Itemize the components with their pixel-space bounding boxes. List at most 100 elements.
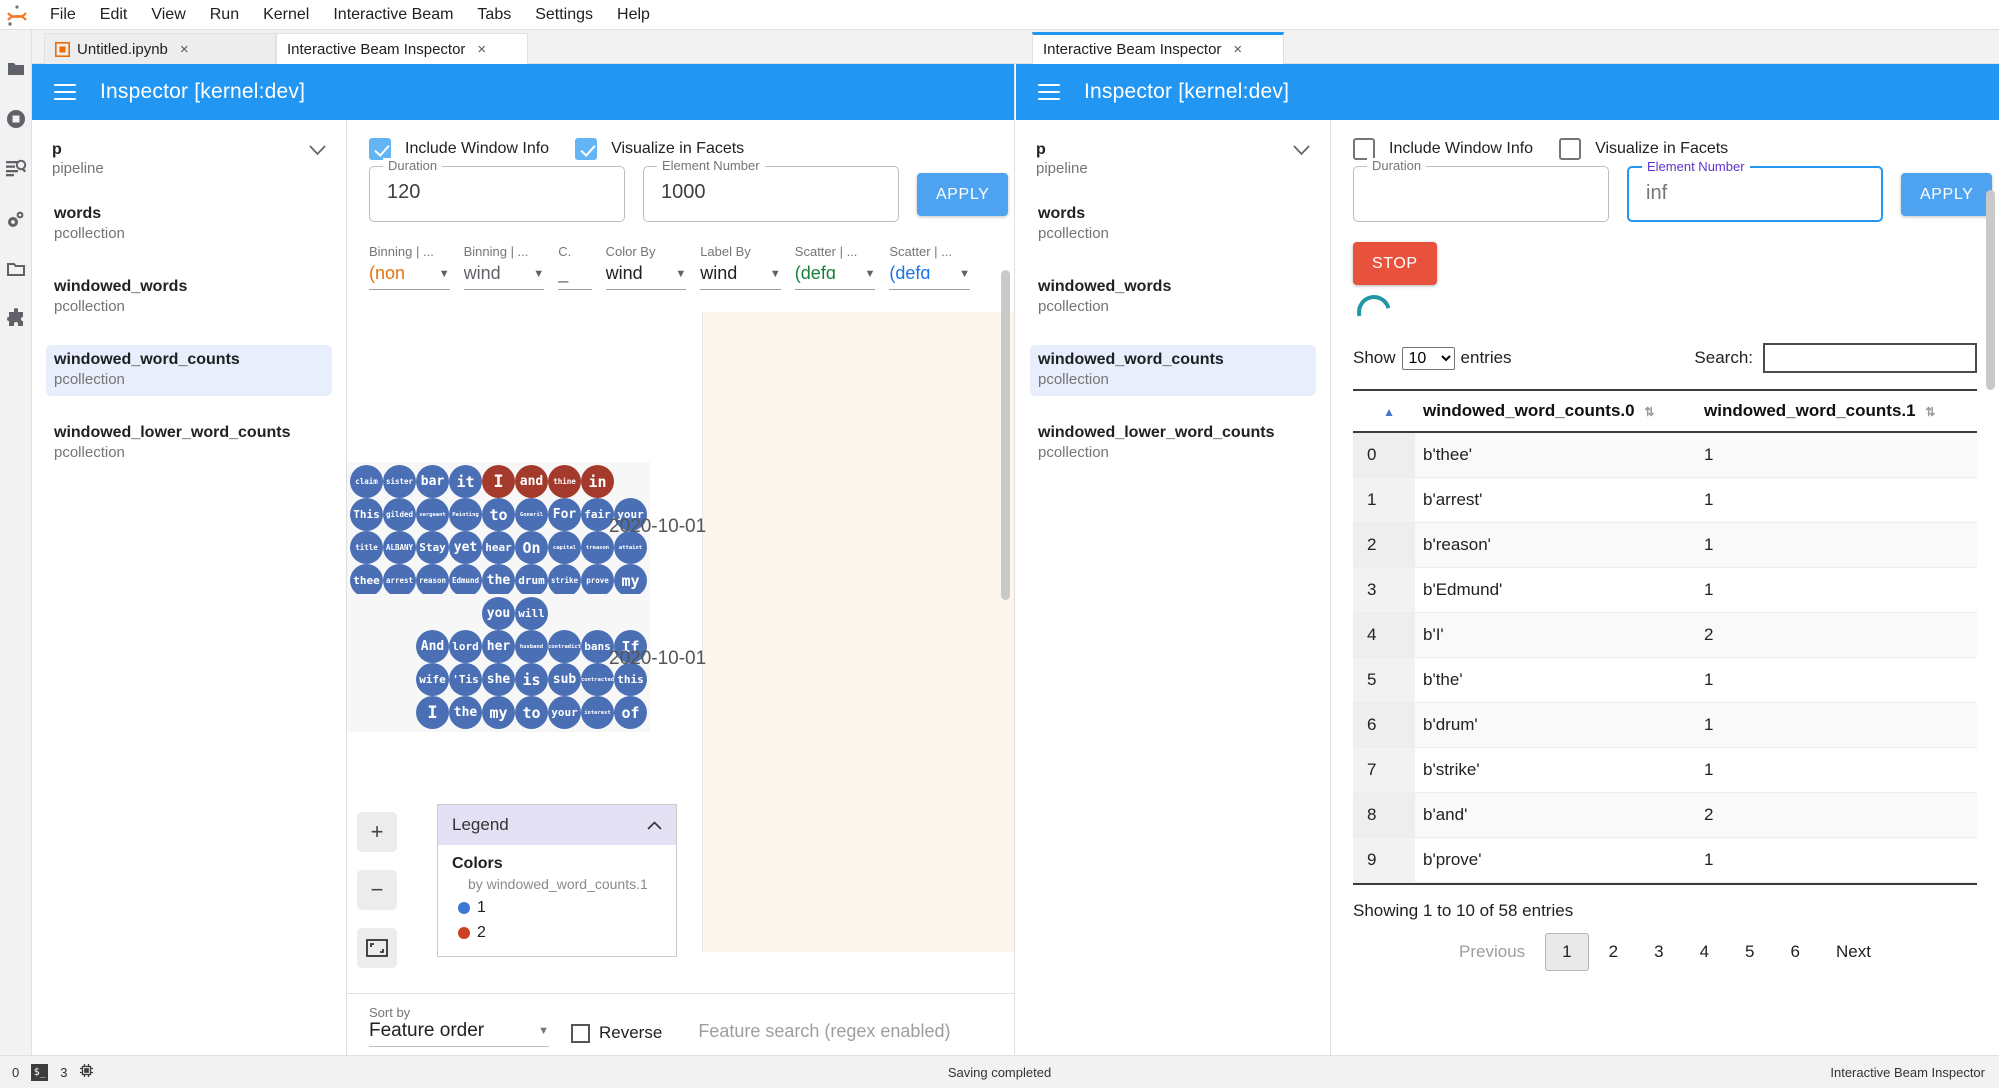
search-input[interactable] — [1763, 343, 1977, 373]
close-icon[interactable]: × — [180, 42, 189, 57]
bubble-my[interactable]: my — [614, 564, 647, 597]
table-row[interactable]: 5 b'the' 1 — [1353, 657, 1977, 703]
chevron-down-icon[interactable]: ▼ — [439, 268, 450, 280]
visualize-in-facets-checkbox[interactable] — [575, 138, 598, 160]
pagination-next[interactable]: Next — [1820, 934, 1887, 970]
tab-interactive-beam-inspector-left[interactable]: Interactive Beam Inspector × — [276, 33, 528, 64]
bubble-yet[interactable]: yet — [449, 531, 482, 564]
pagination-page-2[interactable]: 2 — [1593, 934, 1634, 970]
bubble-Stay[interactable]: Stay — [416, 531, 449, 564]
bubble-interest[interactable]: interest — [581, 696, 614, 729]
zoom-out-icon[interactable]: − — [357, 870, 397, 910]
tab-interactive-beam-inspector-right[interactable]: Interactive Beam Inspector × — [1032, 32, 1284, 64]
bubble-claim[interactable]: claim — [350, 465, 383, 498]
gears-icon[interactable] — [0, 194, 32, 244]
bubble-hear[interactable]: hear — [482, 531, 515, 564]
page-size-select[interactable]: 102550100 — [1401, 346, 1455, 370]
folder-icon[interactable] — [0, 44, 32, 94]
table-of-contents-icon[interactable] — [0, 144, 32, 194]
pagination-page-4[interactable]: 4 — [1684, 934, 1725, 970]
sort-by-select[interactable]: Sort by Feature order ▼ — [369, 1005, 549, 1047]
chevron-down-icon[interactable] — [309, 140, 326, 160]
bubble-is[interactable]: is — [515, 663, 548, 696]
chevron-down-icon[interactable]: ▼ — [675, 268, 686, 280]
bubble-in[interactable]: in — [581, 465, 614, 498]
duration-field[interactable]: Duration — [1353, 158, 1609, 222]
bubble-to[interactable]: to — [515, 696, 548, 729]
table-row[interactable]: 2 b'reason' 1 — [1353, 522, 1977, 568]
bubble-For[interactable]: For — [548, 498, 581, 531]
apply-button[interactable]: APPLY — [917, 173, 1009, 216]
facet-control-color-by[interactable]: Color By wind ▼ — [605, 244, 687, 290]
bubble-to[interactable]: to — [482, 498, 515, 531]
table-row[interactable]: 3 b'Edmund' 1 — [1353, 567, 1977, 613]
menu-item-file[interactable]: File — [38, 3, 88, 27]
bubble-it[interactable]: it — [449, 465, 482, 498]
bubble-I[interactable]: I — [482, 465, 515, 498]
menu-item-view[interactable]: View — [139, 3, 197, 27]
bubble-you[interactable]: you — [482, 597, 515, 630]
facet-control-scatter[interactable]: Scatter | ... (defɑ ▼ — [889, 244, 970, 290]
bubble-capital[interactable]: capital — [548, 531, 581, 564]
bubble-the[interactable]: the — [449, 696, 482, 729]
bubble-sister[interactable]: sister — [383, 465, 416, 498]
bubble-strike[interactable]: strike — [548, 564, 581, 597]
bubble-title[interactable]: title — [350, 531, 383, 564]
bubble-lord[interactable]: lord — [449, 630, 482, 663]
include-window-info-checkbox[interactable] — [1353, 138, 1375, 160]
bubble-sergeant[interactable]: sergeant — [416, 498, 449, 531]
legend-item-2[interactable]: 2 — [452, 924, 662, 942]
bubble-'Tis[interactable]: 'Tis — [449, 663, 482, 696]
table-row[interactable]: 7 b'strike' 1 — [1353, 747, 1977, 793]
pagination-page-6[interactable]: 6 — [1775, 934, 1816, 970]
menu-item-tabs[interactable]: Tabs — [465, 3, 523, 27]
pagination-page-1[interactable]: 1 — [1545, 933, 1589, 971]
element-number-field[interactable]: Element Number 1000 — [643, 158, 899, 222]
bubble-reason[interactable]: reason — [416, 564, 449, 597]
stop-button[interactable]: STOP — [1353, 242, 1437, 285]
menu-item-help[interactable]: Help — [605, 3, 662, 27]
bubble-gilded[interactable]: gilded — [383, 498, 416, 531]
pagination-page-3[interactable]: 3 — [1638, 934, 1679, 970]
bubble-And[interactable]: And — [416, 630, 449, 663]
facet-control-c[interactable]: C. _ — [558, 244, 592, 290]
table-row[interactable]: 0 b'thee' 1 — [1353, 432, 1977, 478]
extension-puzzle-icon[interactable] — [0, 294, 32, 344]
bubble-thee[interactable]: thee — [350, 564, 383, 597]
pipeline-header[interactable]: p pipeline — [1030, 140, 1316, 177]
element-number-field[interactable]: Element Number inf — [1627, 159, 1883, 222]
facet-control-binning[interactable]: Binning | ... (non ▼ — [369, 244, 450, 290]
bubble-I[interactable]: I — [416, 696, 449, 729]
bubble-Painting[interactable]: Painting — [449, 498, 482, 531]
bubble-she[interactable]: she — [482, 663, 515, 696]
bubble-prove[interactable]: prove — [581, 564, 614, 597]
table-row[interactable]: 9 b'prove' 1 — [1353, 837, 1977, 883]
bubble-her[interactable]: her — [482, 630, 515, 663]
facets-vertical-scrollbar[interactable] — [1001, 270, 1010, 600]
chevron-down-icon[interactable] — [1293, 140, 1310, 160]
running-terminals-icon[interactable] — [0, 94, 32, 144]
right-panel-vertical-scrollbar[interactable] — [1986, 190, 1995, 390]
bubble-This[interactable]: This — [350, 498, 383, 531]
fit-to-screen-icon[interactable] — [357, 928, 397, 968]
duration-field[interactable]: Duration 120 — [369, 158, 625, 222]
table-row[interactable]: 1 b'arrest' 1 — [1353, 477, 1977, 523]
menu-item-kernel[interactable]: Kernel — [251, 3, 321, 27]
column-header-count[interactable]: windowed_word_counts.1 ⇅ — [1696, 389, 1977, 433]
pcollection-item-words[interactable]: words pcollection — [46, 199, 332, 250]
chevron-down-icon[interactable]: ▼ — [770, 268, 781, 280]
zoom-in-icon[interactable]: + — [357, 812, 397, 852]
table-row[interactable]: 4 b'I' 2 — [1353, 612, 1977, 658]
table-row[interactable]: 6 b'drum' 1 — [1353, 702, 1977, 748]
chevron-down-icon[interactable]: ▼ — [533, 268, 544, 280]
facet-control-binning[interactable]: Binning | ... wind ▼ — [463, 244, 545, 290]
bubble-contradict[interactable]: contradict — [548, 630, 581, 663]
chevron-down-icon[interactable]: ▼ — [865, 268, 876, 280]
table-row[interactable]: 8 b'and' 2 — [1353, 792, 1977, 838]
pcollection-item-words[interactable]: words pcollection — [1030, 199, 1316, 250]
bubble-ALBANY[interactable]: ALBANY — [383, 531, 416, 564]
bubble-arrest[interactable]: arrest — [383, 564, 416, 597]
bubble-and[interactable]: and — [515, 465, 548, 498]
bubble-bar[interactable]: bar — [416, 465, 449, 498]
chevron-down-icon[interactable]: ▼ — [959, 268, 970, 280]
